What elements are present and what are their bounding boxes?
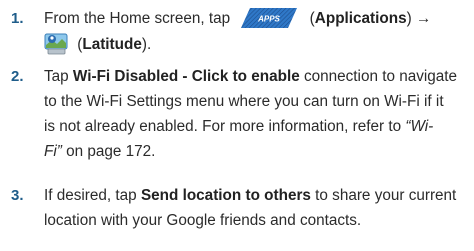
step-1-paren-close-2: ). bbox=[141, 36, 152, 53]
step-1-prefix: From the Home screen, tap bbox=[44, 10, 235, 27]
step-2-line-3: is not already enabled. For more informa… bbox=[44, 114, 468, 139]
step-3-text: If desired, tap Send location to others … bbox=[44, 183, 468, 233]
step-2-line-2: to the Wi-Fi Settings menu where you can… bbox=[44, 93, 444, 110]
step-2-text: Tap Wi-Fi Disabled - Click to enable con… bbox=[44, 64, 468, 164]
step-2-prefix: Tap bbox=[44, 68, 73, 85]
page-reference: on page 172. bbox=[61, 143, 156, 160]
step-2-line-4: Fi” on page 172. bbox=[44, 139, 468, 164]
step-2-line-1: Tap Wi-Fi Disabled - Click to enable con… bbox=[44, 64, 468, 89]
send-location-link[interactable]: Send location to others bbox=[141, 187, 311, 204]
step-number: 1. bbox=[11, 10, 24, 27]
step-3-line-2: location with your Google friends and co… bbox=[44, 212, 362, 229]
step-3-line-1: If desired, tap Send location to others … bbox=[44, 183, 468, 208]
latitude-label: Latitude bbox=[82, 36, 142, 53]
apps-button-label: APPS bbox=[258, 15, 281, 24]
step-1-line-1: From the Home screen, tap APPS (Applicat… bbox=[44, 6, 468, 31]
wifi-disabled-link[interactable]: Wi-Fi Disabled - Click to enable bbox=[73, 68, 300, 85]
step-1-arrow: ) → bbox=[406, 10, 432, 27]
step-number: 3. bbox=[11, 187, 24, 204]
latitude-app-icon[interactable] bbox=[44, 31, 69, 56]
step-2-suffix: connection to navigate bbox=[299, 68, 458, 85]
step-3-suffix: to share your current bbox=[310, 187, 457, 204]
wifi-reference-cont: Fi” bbox=[44, 143, 62, 160]
step-number: 2. bbox=[11, 68, 24, 85]
step-1-paren-open: ( bbox=[305, 10, 315, 27]
step-3-prefix: If desired, tap bbox=[44, 187, 141, 204]
step-1-text: From the Home screen, tap APPS (Applicat… bbox=[44, 6, 468, 57]
apps-button-icon[interactable]: APPS bbox=[240, 7, 298, 29]
step-2-line-3-text: is not already enabled. For more informa… bbox=[44, 118, 406, 135]
step-1-paren-open-2: ( bbox=[73, 36, 83, 53]
applications-label: Applications bbox=[314, 10, 407, 27]
instruction-page: 1. From the Home screen, tap APPS (Appli… bbox=[0, 0, 474, 251]
step-1-line-2: (Latitude). bbox=[44, 31, 468, 57]
wifi-reference: “Wi- bbox=[405, 118, 434, 135]
